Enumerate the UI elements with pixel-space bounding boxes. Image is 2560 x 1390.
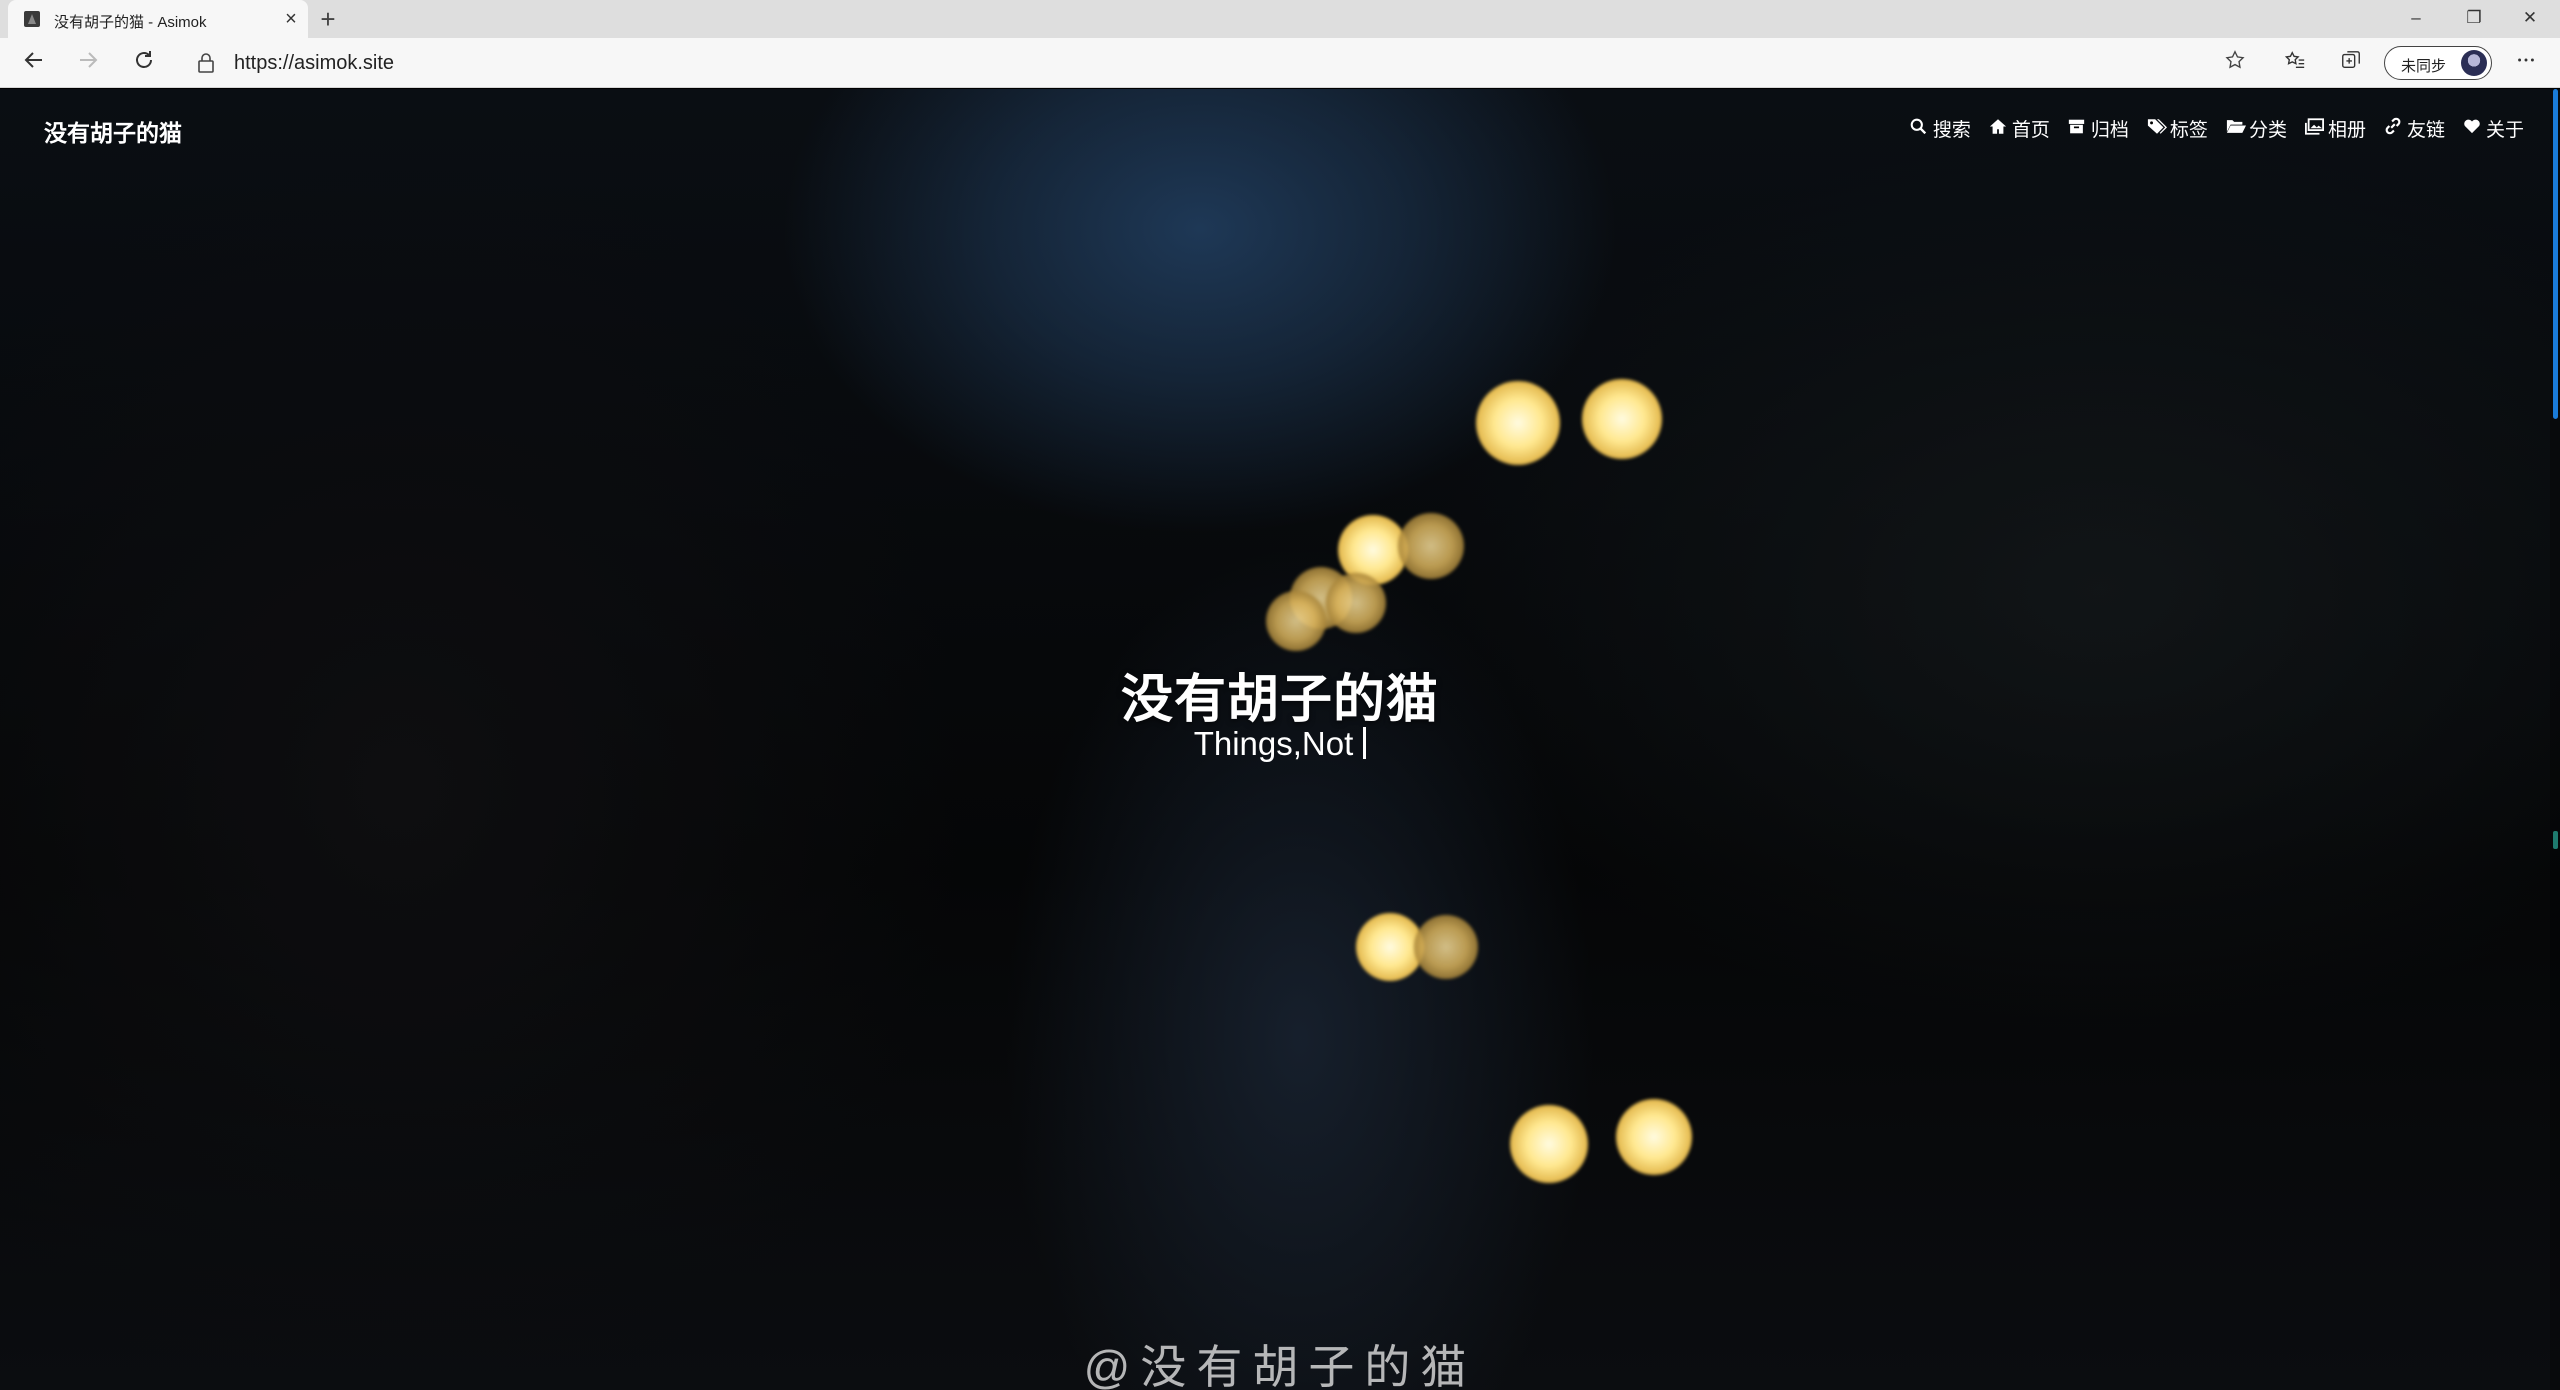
- nav-item-label: 首页: [2011, 120, 2050, 141]
- nav-item-label: 相册: [2327, 120, 2366, 141]
- close-window-button[interactable]: ✕: [2510, 4, 2550, 32]
- bokeh-light: [1510, 1105, 1588, 1183]
- bokeh-light: [1414, 915, 1478, 979]
- refresh-button[interactable]: [128, 48, 160, 80]
- hero-subtitle: Things,Not: [0, 725, 2560, 763]
- typed-subtitle-text: Things,Not: [1193, 725, 1354, 762]
- bokeh-light: [1266, 591, 1326, 651]
- new-tab-button[interactable]: +: [314, 6, 342, 34]
- close-tab-icon[interactable]: ×: [280, 8, 302, 30]
- nav-item-tags[interactable]: 标签: [2147, 115, 2208, 142]
- nav-item-label: 友链: [2406, 120, 2445, 141]
- images-icon: [2304, 117, 2324, 140]
- nav-item-label: 关于: [2485, 120, 2524, 141]
- page-hero-background: 没有胡子的猫 搜索 首页 归档 标签 分类 相册 友链 关于 没有胡子的猫 Th…: [0, 89, 2560, 1390]
- site-brand[interactable]: 没有胡子的猫: [44, 114, 182, 148]
- back-button[interactable]: [18, 48, 50, 80]
- nav-item-about[interactable]: 关于: [2463, 115, 2524, 142]
- search-icon: [1910, 118, 1928, 140]
- site-nav: 搜索 首页 归档 标签 分类 相册 友链 关于: [1910, 115, 2524, 142]
- typing-cursor: [1363, 727, 1367, 759]
- forward-icon: [80, 52, 98, 68]
- tags-icon: [2147, 118, 2167, 140]
- browser-tab-bar: 没有胡子的猫 - Asimok × + – ❐ ✕: [0, 0, 2560, 38]
- avatar: [2461, 50, 2487, 76]
- nav-item-label: 归档: [2090, 120, 2129, 141]
- nav-item-label: 分类: [2248, 120, 2287, 141]
- tab-title: 没有胡子的猫 - Asimok: [54, 14, 207, 31]
- scrollbar-thumb[interactable]: [2553, 89, 2558, 419]
- nav-item-home[interactable]: 首页: [1989, 115, 2050, 142]
- nav-item-label: 标签: [2169, 120, 2208, 141]
- bokeh-light: [1582, 379, 1662, 459]
- home-icon: [1989, 118, 2007, 140]
- archive-icon: [2068, 118, 2086, 140]
- minimize-button[interactable]: –: [2396, 4, 2436, 32]
- star-icon[interactable]: [2219, 49, 2251, 79]
- scrollbar-marker: [2553, 831, 2558, 849]
- heart-icon: [2463, 118, 2481, 139]
- bokeh-light: [1326, 573, 1386, 633]
- folder-open-icon: [2226, 118, 2246, 139]
- profile-button[interactable]: 未同步: [2384, 46, 2492, 80]
- refresh-icon: [136, 51, 152, 68]
- hero-title: 没有胡子的猫: [1120, 671, 1439, 729]
- back-icon: [24, 52, 42, 68]
- lock-icon[interactable]: [197, 52, 215, 74]
- favorites-icon[interactable]: [2279, 49, 2311, 79]
- scrollbar[interactable]: [2550, 89, 2560, 1390]
- nav-item-search[interactable]: 搜索: [1910, 115, 1971, 142]
- nav-item-archive[interactable]: 归档: [2068, 115, 2129, 142]
- collections-icon[interactable]: [2335, 49, 2367, 79]
- browser-tab[interactable]: 没有胡子的猫 - Asimok ×: [8, 0, 308, 38]
- bokeh-light: [1398, 513, 1464, 579]
- forward-button[interactable]: [72, 48, 104, 80]
- restore-button[interactable]: ❐: [2454, 4, 2494, 32]
- bokeh-light: [1616, 1099, 1692, 1175]
- site-favicon-icon: [24, 11, 40, 27]
- watermark: @没有胡子的猫: [1083, 1341, 1477, 1390]
- url-input[interactable]: https://asimok.site: [234, 52, 394, 75]
- bokeh-light: [1476, 381, 1560, 465]
- profile-sync-label: 未同步: [2401, 58, 2447, 75]
- nav-item-label: 搜索: [1932, 120, 1971, 141]
- more-icon[interactable]: [2510, 49, 2542, 79]
- nav-item-categories[interactable]: 分类: [2226, 115, 2287, 142]
- link-icon: [2384, 117, 2402, 140]
- nav-item-links[interactable]: 友链: [2384, 115, 2445, 142]
- nav-item-gallery[interactable]: 相册: [2304, 115, 2366, 142]
